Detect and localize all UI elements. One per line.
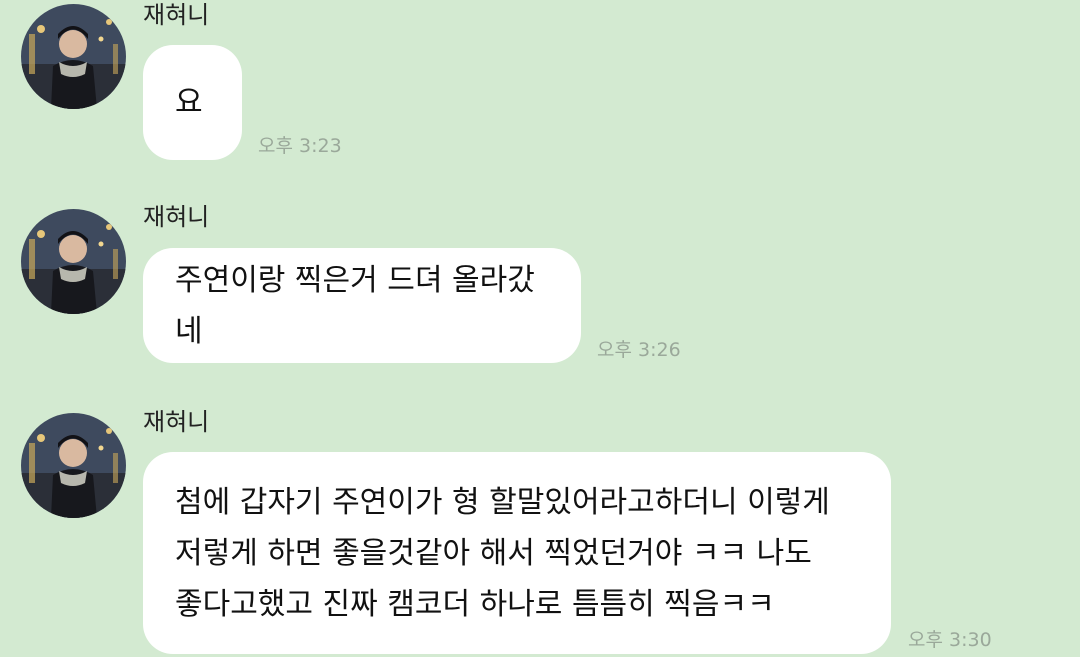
sender-name: 재혀니 [143, 408, 210, 436]
sender-avatar[interactable] [21, 413, 126, 518]
message-bubble[interactable]: 첨에 갑자기 주연이가 형 할말있어라고하더니 이렇게 저렇게 하면 좋을것같아… [143, 452, 891, 654]
message-time: 오후 3:30 [908, 629, 992, 651]
message-row: 재혀니 첨에 갑자기 주연이가 형 할말있어라고하더니 이렇게 저렇게 하면 좋… [0, 0, 1080, 657]
message-text: 첨에 갑자기 주연이가 형 할말있어라고하더니 이렇게 저렇게 하면 좋을것같아… [175, 484, 830, 622]
avatar-photo-icon [21, 413, 126, 518]
